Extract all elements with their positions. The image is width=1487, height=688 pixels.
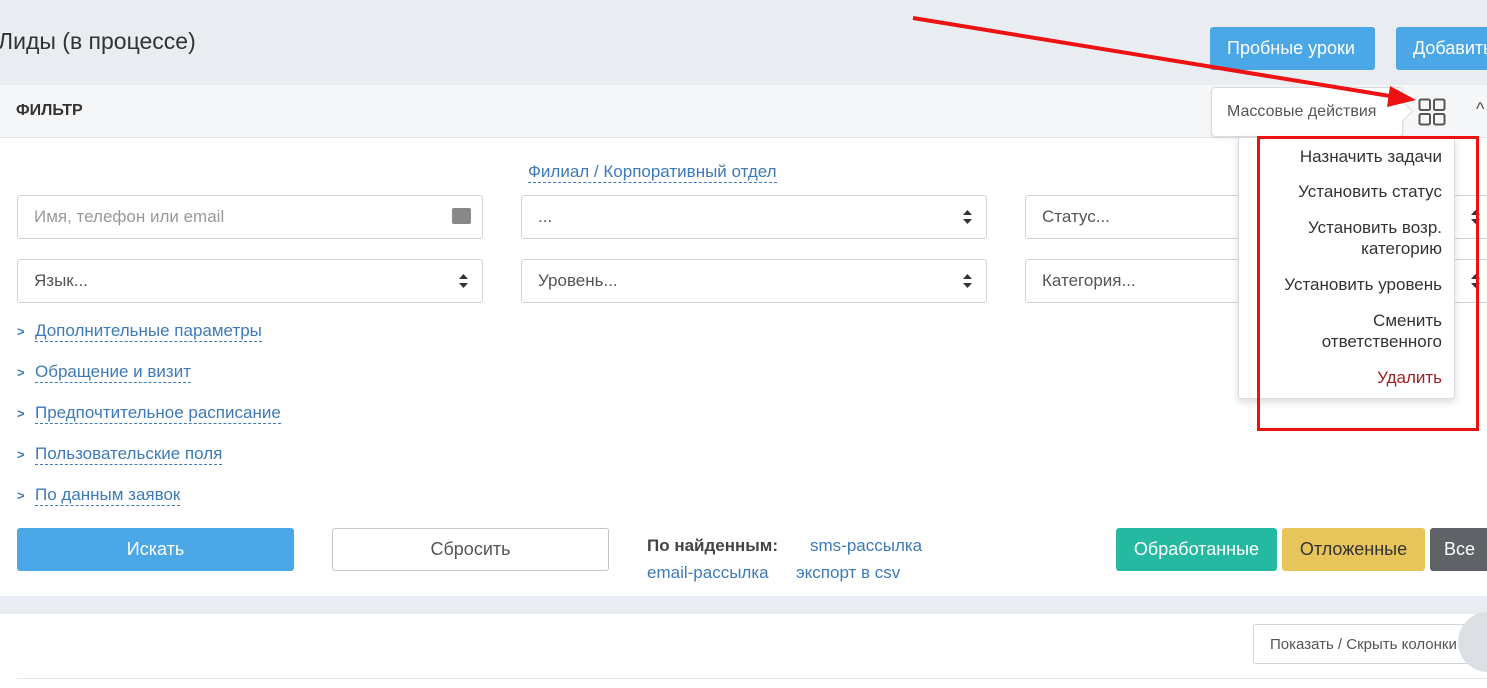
chevron-up-icon[interactable]: ^ bbox=[1476, 99, 1484, 120]
branch-select-value: ... bbox=[538, 207, 553, 226]
section-custom-fields[interactable]: > Пользовательские поля bbox=[17, 444, 223, 465]
table-panel: Показать / Скрыть колонки bbox=[0, 614, 1487, 688]
section-additional-params[interactable]: > Дополнительные параметры bbox=[17, 321, 262, 342]
section-label: Обращение и визит bbox=[35, 362, 192, 383]
chevron-right-icon: > bbox=[17, 488, 25, 503]
section-appeal-visit[interactable]: > Обращение и визит bbox=[17, 362, 192, 383]
reset-button[interactable]: Сбросить bbox=[332, 528, 609, 571]
divider bbox=[17, 678, 1487, 679]
found-label: По найденным: bbox=[647, 536, 779, 555]
level-select-value: Уровень... bbox=[538, 271, 618, 290]
email-mailing-link[interactable]: email-рассылка bbox=[647, 563, 769, 583]
delayed-button[interactable]: Отложенные bbox=[1282, 528, 1425, 571]
trial-lessons-button[interactable]: Пробные уроки bbox=[1210, 27, 1375, 70]
toggle-columns-button[interactable]: Показать / Скрыть колонки bbox=[1253, 624, 1487, 664]
sort-arrows-icon bbox=[963, 274, 972, 288]
processed-button[interactable]: Обработанные bbox=[1116, 528, 1277, 571]
section-label: Пользовательские поля bbox=[35, 444, 223, 465]
search-input[interactable]: Имя, телефон или email bbox=[17, 195, 483, 239]
sms-mailing-link[interactable]: sms-рассылка bbox=[810, 536, 922, 556]
language-select-value: Язык... bbox=[34, 271, 88, 290]
chevron-right-icon: > bbox=[17, 406, 25, 421]
branch-select[interactable]: ... bbox=[521, 195, 987, 239]
chevron-right-icon: > bbox=[17, 447, 25, 462]
section-label: По данным заявок bbox=[35, 485, 181, 506]
chevron-right-icon: > bbox=[17, 324, 25, 339]
all-button[interactable]: Все bbox=[1430, 528, 1487, 571]
sort-arrows-icon bbox=[963, 210, 972, 224]
language-select[interactable]: Язык... bbox=[17, 259, 483, 303]
filter-header: ФИЛЬТР Массовые действия ^ bbox=[0, 85, 1487, 138]
sort-arrows-icon bbox=[459, 274, 468, 288]
grid-icon[interactable] bbox=[1418, 98, 1446, 126]
export-csv-link[interactable]: экспорт в csv bbox=[796, 563, 900, 583]
filter-title: ФИЛЬТР bbox=[16, 102, 83, 119]
search-input-placeholder: Имя, телефон или email bbox=[34, 207, 225, 226]
page-title: Лиды (в процессе) bbox=[0, 28, 196, 54]
add-button[interactable]: Добавить bbox=[1396, 27, 1487, 70]
keyboard-icon[interactable] bbox=[452, 208, 471, 224]
highlight-box bbox=[1257, 136, 1479, 431]
section-label: Предпочтительное расписание bbox=[35, 403, 281, 424]
section-preferred-schedule[interactable]: > Предпочтительное расписание bbox=[17, 403, 281, 424]
section-requests-data[interactable]: > По данным заявок bbox=[17, 485, 181, 506]
mass-actions-tooltip: Массовые действия bbox=[1211, 87, 1403, 137]
section-label: Дополнительные параметры bbox=[35, 321, 262, 342]
search-button[interactable]: Искать bbox=[17, 528, 294, 571]
status-select-value: Статус... bbox=[1042, 207, 1110, 226]
chevron-right-icon: > bbox=[17, 365, 25, 380]
category-select-value: Категория... bbox=[1042, 271, 1136, 290]
level-select[interactable]: Уровень... bbox=[521, 259, 987, 303]
branch-link[interactable]: Филиал / Корпоративный отдел bbox=[528, 162, 777, 183]
